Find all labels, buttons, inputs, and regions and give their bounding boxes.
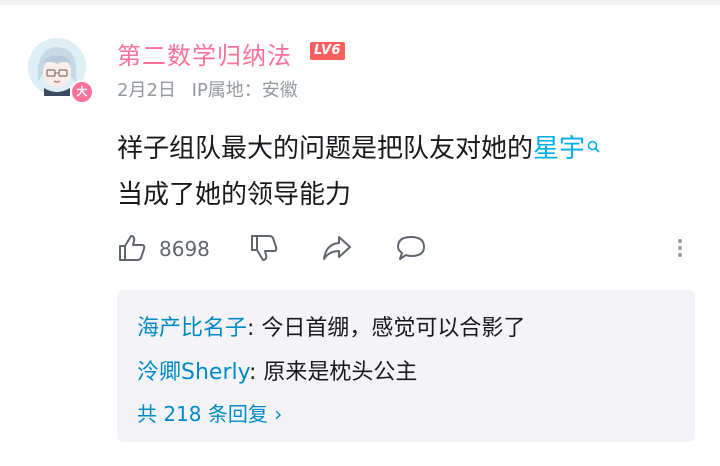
ip-location: IP属地：安徽 xyxy=(191,80,298,101)
avatar-badge: 大 xyxy=(70,80,94,104)
top-divider xyxy=(0,0,720,5)
reply-item[interactable]: 泠卿Sherly: 原来是枕头公主 xyxy=(137,354,417,386)
search-icon[interactable] xyxy=(587,140,600,157)
replies-preview: 海产比名子: 今日首绷，感觉可以合影了 泠卿Sherly: 原来是枕头公主 共 … xyxy=(117,290,695,442)
reply-author[interactable]: 海产比名子 xyxy=(137,316,247,341)
thumbs-up-icon[interactable] xyxy=(117,233,147,267)
view-all-replies-link[interactable]: 共 218 条回复 › xyxy=(137,398,282,427)
reply-author[interactable]: 泠卿Sherly xyxy=(137,360,249,385)
reply-bubble-icon[interactable] xyxy=(395,233,427,267)
comment-actions: 8698 xyxy=(117,233,697,267)
comment-meta: 2月2日 IP属地：安徽 xyxy=(117,76,308,102)
comment-username[interactable]: 第二数学归纳法 xyxy=(117,36,292,71)
reply-text: : 原来是枕头公主 xyxy=(249,360,418,385)
reply-item[interactable]: 海产比名子: 今日首绷，感觉可以合影了 xyxy=(137,310,525,342)
thumbs-down-icon[interactable] xyxy=(249,233,279,267)
like-count: 8698 xyxy=(159,237,210,261)
topic-link[interactable]: 星宇 xyxy=(533,134,585,164)
comment-content: 祥子组队最大的问题是把队友对她的星宇 当成了她的领导能力 xyxy=(117,126,697,218)
share-icon[interactable] xyxy=(321,233,353,267)
avatar[interactable]: 大 xyxy=(28,38,94,104)
reply-text: : 今日首绷，感觉可以合影了 xyxy=(247,316,526,341)
comment-date: 2月2日 xyxy=(117,80,176,101)
comment-text-part1: 祥子组队最大的问题是把队友对她的 xyxy=(117,134,534,164)
comment-text-part2: 当成了她的领导能力 xyxy=(117,180,352,210)
more-vertical-icon[interactable] xyxy=(675,233,685,267)
level-badge: LV6 xyxy=(310,42,346,60)
